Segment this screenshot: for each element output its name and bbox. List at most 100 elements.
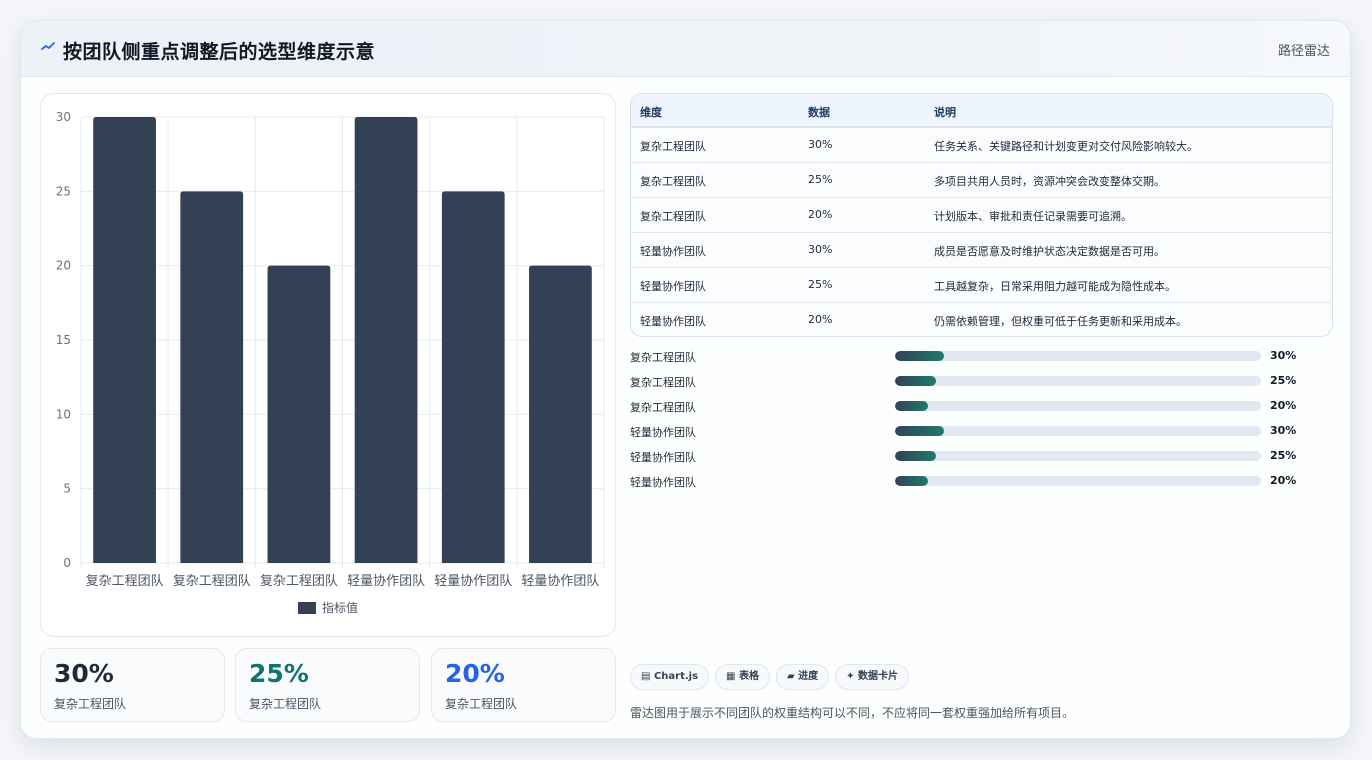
progress-fill bbox=[895, 426, 945, 436]
table-cell: 复杂工程团队 bbox=[640, 140, 706, 153]
stat-label: 复杂工程团队 bbox=[54, 697, 127, 711]
bar[interactable] bbox=[93, 117, 156, 563]
main-card: 按团队侧重点调整后的选型维度示意 路径雷达 0 5 10 15 20 25 30 复杂工程团队… bbox=[20, 20, 1351, 739]
x-tick-label: 复杂工程团队 bbox=[260, 574, 338, 589]
table-cell: 成员是否愿意及时维护状态决定数据是否可用。 bbox=[934, 245, 1165, 258]
progress-label: 复杂工程团队 bbox=[630, 401, 696, 414]
bar-chart-panel: 0 5 10 15 20 25 30 复杂工程团队 复杂工程团队 复杂工程团队 轻量协作团队 轻量协作… bbox=[40, 93, 616, 637]
progress-track bbox=[895, 351, 1261, 361]
tag-progress[interactable]: ▰ 进度 bbox=[775, 664, 830, 690]
table-row: 轻量协作团队 30% 成员是否愿意及时维护状态决定数据是否可用。 bbox=[631, 232, 1332, 267]
table-header-row: 维度 数据 说明 bbox=[631, 94, 1332, 127]
stat-card: 25% 复杂工程团队 bbox=[235, 648, 420, 722]
progress-row: 轻量协作团队 30% bbox=[630, 424, 1333, 444]
progress-percent: 25% bbox=[1270, 449, 1297, 462]
card-icon: ✦ bbox=[846, 671, 855, 682]
progress-track bbox=[895, 451, 1261, 461]
table-cell: 25% bbox=[808, 278, 833, 291]
progress-percent: 30% bbox=[1270, 349, 1297, 362]
y-tick-label: 25 bbox=[56, 184, 71, 198]
progress-label: 轻量协作团队 bbox=[630, 426, 696, 439]
page-title: 按团队侧重点调整后的选型维度示意 bbox=[63, 41, 376, 63]
table-header-cell[interactable]: 数据 bbox=[808, 104, 830, 120]
table-cell: 轻量协作团队 bbox=[640, 245, 706, 258]
x-tick-label: 轻量协作团队 bbox=[347, 574, 425, 589]
table-cell: 轻量协作团队 bbox=[640, 315, 706, 328]
table-cell: 仍需依赖管理，但权重可低于任务更新和采用成本。 bbox=[934, 315, 1187, 328]
table-cell: 工具越复杂，日常采用阻力越可能成为隐性成本。 bbox=[934, 280, 1176, 293]
progress-percent: 30% bbox=[1270, 424, 1297, 437]
table-cell: 轻量协作团队 bbox=[640, 280, 706, 293]
progress-fill bbox=[895, 451, 936, 461]
y-tick-label: 20 bbox=[56, 259, 71, 273]
progress-row: 复杂工程团队 25% bbox=[630, 374, 1333, 394]
legend-swatch[interactable] bbox=[298, 602, 316, 614]
trend-icon bbox=[41, 42, 55, 50]
progress-label: 复杂工程团队 bbox=[630, 376, 696, 389]
x-tick-label: 轻量协作团队 bbox=[434, 574, 512, 589]
progress-row: 轻量协作团队 25% bbox=[630, 449, 1333, 469]
stat-card: 20% 复杂工程团队 bbox=[431, 648, 616, 722]
table-cell: 任务关系、关键路径和计划变更对交付风险影响较大。 bbox=[934, 140, 1198, 153]
table-icon: ▦ bbox=[726, 671, 736, 682]
progress-label: 轻量协作团队 bbox=[630, 451, 696, 464]
bar[interactable] bbox=[529, 265, 592, 563]
bar[interactable] bbox=[354, 117, 418, 563]
stat-label: 复杂工程团队 bbox=[249, 697, 322, 711]
tag-chartjs[interactable]: ▤ Chart.js bbox=[630, 664, 710, 690]
progress-percent: 20% bbox=[1270, 399, 1297, 412]
table-row: 复杂工程团队 20% 计划版本、审批和责任记录需要可追溯。 bbox=[631, 197, 1332, 232]
stat-value: 25% bbox=[249, 659, 309, 688]
progress-track bbox=[895, 426, 1261, 436]
table-header-cell[interactable]: 说明 bbox=[934, 104, 956, 120]
x-tick-label: 轻量协作团队 bbox=[521, 574, 599, 589]
progress-fill bbox=[895, 401, 928, 411]
card-header: 按团队侧重点调整后的选型维度示意 路径雷达 bbox=[21, 21, 1350, 77]
y-tick-label: 10 bbox=[56, 407, 71, 421]
table-cell: 30% bbox=[808, 138, 833, 151]
progress-icon: ▰ bbox=[786, 671, 795, 682]
table-cell: 复杂工程团队 bbox=[640, 210, 706, 223]
legend-label[interactable]: 指标值 bbox=[322, 600, 358, 615]
table-row: 复杂工程团队 30% 任务关系、关键路径和计划变更对交付风险影响较大。 bbox=[631, 127, 1332, 162]
table-header-cell[interactable]: 维度 bbox=[640, 104, 662, 120]
table-cell: 25% bbox=[808, 173, 833, 186]
progress-track bbox=[895, 376, 1261, 386]
progress-fill bbox=[895, 376, 936, 386]
table-row: 复杂工程团队 25% 多项目共用人员时，资源冲突会改变整体交期。 bbox=[631, 162, 1332, 197]
progress-fill bbox=[895, 476, 928, 486]
footnote: 雷达图用于展示不同团队的权重结构可以不同，不应将同一套权重强加给所有项目。 bbox=[630, 706, 1075, 720]
tag-data-card[interactable]: ✦ 数据卡片 bbox=[835, 664, 910, 690]
progress-percent: 20% bbox=[1270, 474, 1297, 487]
stat-card: 30% 复杂工程团队 bbox=[40, 648, 225, 722]
data-table: 维度 数据 说明 复杂工程团队 30% 任务关系、关键路径和计划变更对交付风险影… bbox=[630, 93, 1333, 337]
stat-value: 30% bbox=[54, 659, 114, 688]
tech-tags: ▤ Chart.js ▦ 表格 ▰ 进度 ✦ 数据卡片 bbox=[630, 664, 915, 690]
progress-row: 轻量协作团队 20% bbox=[630, 474, 1333, 494]
table-cell: 多项目共用人员时，资源冲突会改变整体交期。 bbox=[934, 175, 1165, 188]
y-tick-label: 15 bbox=[56, 333, 71, 347]
x-tick-label: 复杂工程团队 bbox=[86, 574, 164, 589]
progress-row: 复杂工程团队 20% bbox=[630, 399, 1333, 419]
bar[interactable] bbox=[267, 265, 331, 563]
progress-label: 复杂工程团队 bbox=[630, 351, 696, 364]
progress-track bbox=[895, 401, 1261, 411]
progress-fill bbox=[895, 351, 945, 361]
y-tick-label: 30 bbox=[56, 110, 71, 124]
bar[interactable] bbox=[180, 191, 244, 563]
bar-chart[interactable]: 051015202530复杂工程团队 复杂工程团队 复杂工程团队 轻量协作团队 轻量协作… bbox=[41, 94, 617, 638]
table-cell: 20% bbox=[808, 313, 833, 326]
header-tag[interactable]: 路径雷达 bbox=[1278, 40, 1330, 59]
tag-table[interactable]: ▦ 表格 bbox=[715, 664, 770, 690]
bar[interactable] bbox=[441, 191, 505, 563]
table-cell: 20% bbox=[808, 208, 833, 221]
progress-track bbox=[895, 476, 1261, 486]
stat-value: 20% bbox=[445, 659, 505, 688]
progress-row: 复杂工程团队 30% bbox=[630, 349, 1333, 369]
y-tick-label: 5 bbox=[63, 482, 71, 496]
x-tick-label: 复杂工程团队 bbox=[173, 574, 251, 589]
stat-label: 复杂工程团队 bbox=[445, 697, 518, 711]
table-cell: 30% bbox=[808, 243, 833, 256]
table-cell: 复杂工程团队 bbox=[640, 175, 706, 188]
chart-icon: ▤ bbox=[641, 671, 651, 682]
